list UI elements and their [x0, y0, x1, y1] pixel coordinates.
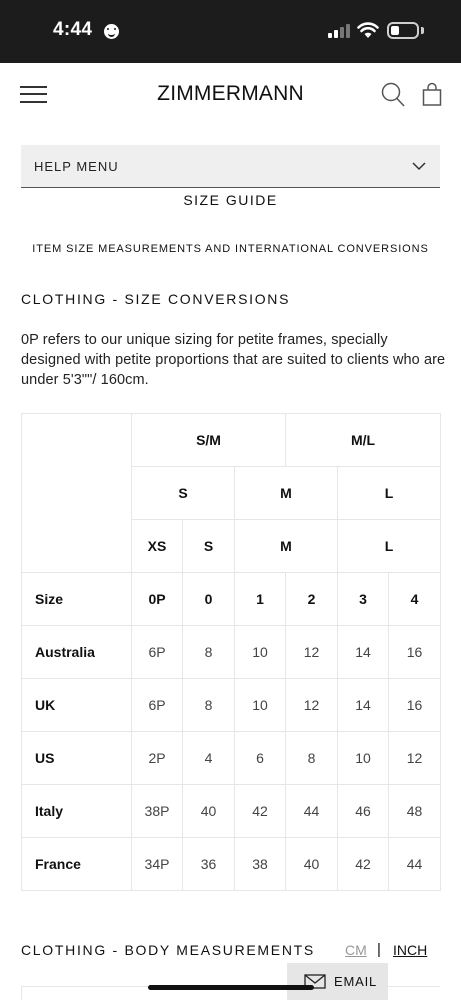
size-conversions-heading: CLOTHING - SIZE CONVERSIONS — [21, 291, 291, 307]
table-cell: 16 — [388, 625, 442, 679]
table-row: Australia 6P 8 10 12 14 16 — [21, 625, 442, 679]
table-cell: 38P — [131, 784, 183, 838]
unit-inch-link[interactable]: INCH — [393, 942, 427, 958]
table-cell: 14 — [337, 625, 390, 679]
chevron-down-icon — [412, 162, 426, 171]
detail-size-cell: L — [337, 519, 442, 573]
body-measurements-heading: CLOTHING - BODY MEASUREMENTS — [21, 942, 315, 958]
signal-icon — [328, 24, 350, 38]
table-cell: 12 — [285, 625, 339, 679]
table-cell: 10 — [233, 625, 287, 679]
size-conversion-table: S/M M/L S M L XS S M L Size 0P 0 1 2 3 4… — [21, 413, 442, 891]
table-cell: 36 — [182, 837, 235, 891]
battery-cap — [421, 27, 424, 34]
table-row: Size 0P 0 1 2 3 4 — [21, 572, 442, 626]
table-cell: 16 — [388, 678, 442, 732]
table-row: Italy 38P 40 42 44 46 48 — [21, 784, 442, 838]
face-emoji-icon — [104, 24, 119, 39]
row-label: UK — [21, 678, 132, 732]
table-cell: 2 — [285, 572, 339, 626]
table-cell: 8 — [182, 625, 235, 679]
email-button[interactable]: EMAIL — [287, 963, 388, 1000]
group-header-cell: M/L — [285, 413, 442, 467]
table-row: France 34P 36 38 40 42 44 — [21, 837, 442, 891]
table-cell: 6P — [131, 678, 183, 732]
detail-size-cell: M — [233, 519, 339, 573]
table-cell: 6 — [233, 731, 287, 785]
table-cell: 48 — [388, 784, 442, 838]
letter-size-cell: L — [337, 466, 442, 520]
wifi-icon — [357, 22, 379, 38]
letter-size-cell: M — [233, 466, 339, 520]
table-cell: 44 — [285, 784, 339, 838]
unit-cm-link[interactable]: CM — [345, 942, 367, 958]
table-cell: 42 — [233, 784, 287, 838]
row-label: France — [21, 837, 132, 891]
table-cell: 34P — [131, 837, 183, 891]
table-cell: 14 — [337, 678, 390, 732]
table-cell: 42 — [337, 837, 390, 891]
battery-icon — [387, 22, 419, 39]
table-cell: 0P — [131, 572, 183, 626]
letter-size-cell: S — [131, 466, 235, 520]
table-corner-cell — [21, 413, 132, 573]
row-label: US — [21, 731, 132, 785]
table-cell: 0 — [182, 572, 235, 626]
group-header-cell: S/M — [130, 413, 287, 467]
table-cell: 12 — [388, 731, 442, 785]
shopping-bag-icon[interactable] — [422, 82, 442, 106]
table-cell: 40 — [182, 784, 235, 838]
status-bar: 4:44 — [0, 0, 461, 63]
row-label: Australia — [21, 625, 132, 679]
status-time: 4:44 — [53, 19, 93, 40]
petite-sizing-description: 0P refers to our unique sizing for petit… — [21, 332, 446, 388]
home-indicator[interactable] — [148, 985, 314, 990]
detail-size-cell: S — [182, 519, 235, 573]
row-label: Size — [21, 572, 132, 626]
table-cell: 4 — [388, 572, 442, 626]
table-cell: 44 — [388, 837, 442, 891]
site-header: ZIMMERMANN — [0, 63, 461, 125]
table-cell: 4 — [182, 731, 235, 785]
table-cell: 1 — [233, 572, 287, 626]
unit-separator: | — [377, 941, 381, 958]
page-title: SIZE GUIDE — [183, 192, 278, 208]
table-cell: 12 — [285, 678, 339, 732]
table-cell: 8 — [182, 678, 235, 732]
search-icon[interactable] — [381, 82, 405, 108]
help-menu-dropdown[interactable]: HELP MENU — [21, 145, 440, 188]
table-cell: 6P — [131, 625, 183, 679]
table-cell: 10 — [337, 731, 390, 785]
row-label: Italy — [21, 784, 132, 838]
email-button-label: EMAIL — [334, 974, 378, 989]
table-cell: 46 — [337, 784, 390, 838]
table-cell: 8 — [285, 731, 339, 785]
detail-size-cell: XS — [131, 519, 183, 573]
table-cell: 3 — [337, 572, 390, 626]
table-cell: 38 — [233, 837, 287, 891]
table-row: US 2P 4 6 8 10 12 — [21, 731, 442, 785]
table-cell: 2P — [131, 731, 183, 785]
table-row: UK 6P 8 10 12 14 16 — [21, 678, 442, 732]
table-cell: 40 — [285, 837, 339, 891]
help-menu-label: HELP MENU — [34, 159, 119, 174]
page-subtitle: ITEM SIZE MEASUREMENTS AND INTERNATIONAL… — [32, 243, 429, 255]
table-cell: 10 — [233, 678, 287, 732]
